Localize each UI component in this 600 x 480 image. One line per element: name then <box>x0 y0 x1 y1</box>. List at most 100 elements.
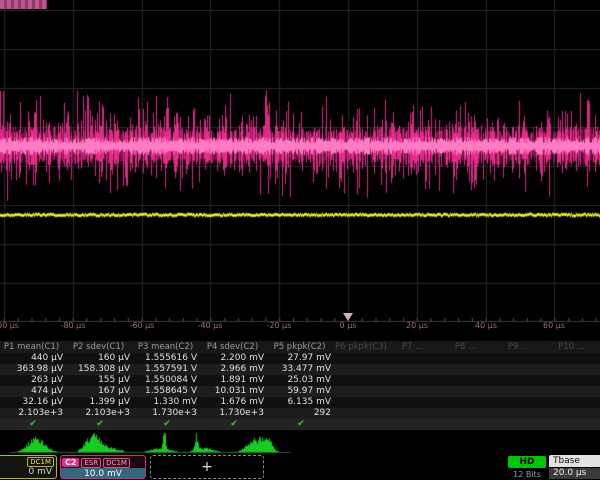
table-row: 32.16 µV1.399 µV1.330 mV1.676 mV6.135 mV <box>0 397 600 408</box>
timebase-scale: 20.0 µs <box>549 468 600 479</box>
measure-column-header[interactable]: P8 ... <box>441 341 494 353</box>
measure-cell: 33.477 mV <box>268 364 335 375</box>
table-row: 363.98 µV158.308 µV1.557591 V2.966 mV33.… <box>0 364 600 375</box>
measure-cell: 1.555616 V <box>134 353 201 364</box>
measure-status-check-icon: ✔ <box>163 419 171 430</box>
measure-cell: 160 µV <box>67 353 134 364</box>
measure-cell: 1.891 mV <box>201 375 268 386</box>
measure-cell <box>494 397 547 408</box>
oscilloscope-screen: -100 µs-80 µs-60 µs-40 µs-20 µs0 µs20 µs… <box>0 0 600 480</box>
measure-cell <box>335 397 388 408</box>
measure-column-header[interactable]: P5 pkpk(C2) <box>268 341 335 353</box>
measure-cell: 1.330 mV <box>134 397 201 408</box>
measure-cell <box>335 408 388 419</box>
time-axis-label: 20 µs <box>406 321 428 330</box>
measure-cell: 27.97 mV <box>268 353 335 364</box>
time-axis-label: -100 µs <box>0 321 19 330</box>
measure-cell: 363.98 µV <box>0 364 67 375</box>
time-axis-label: 60 µs <box>543 321 565 330</box>
channel-c2-descriptor[interactable]: C2 ESR DC1M 10.0 mV <box>60 455 146 479</box>
measure-status-check-icon: ✔ <box>230 419 238 430</box>
measure-cell: 440 µV <box>0 353 67 364</box>
channel-c1-descriptor[interactable]: DC1M 0 mV <box>0 455 57 479</box>
measurement-table-body: 440 µV160 µV1.555616 V2.200 mV27.97 mV36… <box>0 353 600 419</box>
trigger-position-marker[interactable] <box>343 313 353 321</box>
measure-column-header[interactable]: P2 sdev(C1) <box>67 341 134 353</box>
histicon-canvas <box>0 431 600 455</box>
measure-cell <box>494 375 547 386</box>
time-axis-label: -40 µs <box>198 321 223 330</box>
c1-vertical-scale: 0 mV <box>0 467 56 478</box>
measure-cell <box>441 364 494 375</box>
measure-column-header[interactable]: P10 ... <box>547 341 600 353</box>
add-trace-button[interactable]: + <box>150 455 264 479</box>
measure-cell: 474 µV <box>0 386 67 397</box>
table-row: 440 µV160 µV1.555616 V2.200 mV27.97 mV <box>0 353 600 364</box>
measure-cell: 1.550084 V <box>134 375 201 386</box>
measure-cell <box>388 397 441 408</box>
waveform-canvas <box>0 0 600 322</box>
measure-cell: 263 µV <box>0 375 67 386</box>
hd-mode-badge: HD <box>508 456 546 468</box>
measure-cell: 1.399 µV <box>67 397 134 408</box>
measure-cell <box>441 397 494 408</box>
timebase-descriptor[interactable]: Tbase <box>549 455 600 467</box>
measure-cell <box>388 353 441 364</box>
measure-cell <box>547 375 600 386</box>
measure-cell <box>547 397 600 408</box>
measure-cell <box>494 353 547 364</box>
descriptor-bar: DC1M 0 mV C2 ESR DC1M 10.0 mV + HD 12 Bi… <box>0 455 600 480</box>
measure-cell <box>335 386 388 397</box>
measure-cell: 2.103e+3 <box>0 408 67 419</box>
measure-cell: 158.308 µV <box>67 364 134 375</box>
measure-cell: 10.031 mV <box>201 386 268 397</box>
measure-column-header[interactable]: P9 ... <box>494 341 547 353</box>
measure-cell <box>547 364 600 375</box>
time-axis-label: 0 µs <box>340 321 357 330</box>
measure-cell: 59.97 mV <box>268 386 335 397</box>
measure-cell: 292 <box>268 408 335 419</box>
measurement-table-header: P1 mean(C1)P2 sdev(C1)P3 mean(C2)P4 sdev… <box>0 341 600 353</box>
histicon-strip <box>0 431 600 455</box>
measure-cell: 167 µV <box>67 386 134 397</box>
measure-cell <box>335 353 388 364</box>
measure-cell <box>547 408 600 419</box>
measure-status-check-icon: ✔ <box>29 419 37 430</box>
measure-cell: 2.200 mV <box>201 353 268 364</box>
c2-esr-badge: ESR <box>81 458 101 468</box>
waveform-display[interactable]: -100 µs-80 µs-60 µs-40 µs-20 µs0 µs20 µs… <box>0 0 600 338</box>
measure-cell <box>335 364 388 375</box>
measure-column-header[interactable]: P4 sdev(C2) <box>201 341 268 353</box>
measure-cell <box>494 408 547 419</box>
measure-cell: 32.16 µV <box>0 397 67 408</box>
measure-cell: 2.966 mV <box>201 364 268 375</box>
measure-cell: 1.730e+3 <box>134 408 201 419</box>
measure-column-header[interactable]: P3 mean(C2) <box>134 341 201 353</box>
time-axis-label: -20 µs <box>267 321 292 330</box>
measure-column-header[interactable]: P1 mean(C1) <box>0 341 67 353</box>
measure-cell <box>441 353 494 364</box>
measure-cell <box>388 408 441 419</box>
table-row: 263 µV155 µV1.550084 V1.891 mV25.03 mV <box>0 375 600 386</box>
measure-cell <box>441 386 494 397</box>
measure-status-check-icon: ✔ <box>96 419 104 430</box>
measure-cell: 1.558645 V <box>134 386 201 397</box>
measure-cell: 25.03 mV <box>268 375 335 386</box>
time-axis-label: 40 µs <box>475 321 497 330</box>
measure-cell <box>441 408 494 419</box>
c2-coupling-badge: DC1M <box>103 458 130 468</box>
measure-cell <box>547 353 600 364</box>
measure-cell <box>335 375 388 386</box>
cropped-ui-chip <box>0 0 47 9</box>
measure-cell: 2.103e+3 <box>67 408 134 419</box>
table-row: 2.103e+32.103e+31.730e+31.730e+3292 <box>0 408 600 419</box>
measure-cell <box>441 375 494 386</box>
c1-coupling-badge: DC1M <box>27 457 54 467</box>
measure-cell <box>388 375 441 386</box>
measure-column-header[interactable]: P6 pkpk(C3) <box>335 341 388 353</box>
c2-vertical-scale: 10.0 mV <box>61 468 145 479</box>
measure-cell: 155 µV <box>67 375 134 386</box>
measure-cell <box>388 386 441 397</box>
measure-column-header[interactable]: P7 ... <box>388 341 441 353</box>
measure-cell: 1.730e+3 <box>201 408 268 419</box>
